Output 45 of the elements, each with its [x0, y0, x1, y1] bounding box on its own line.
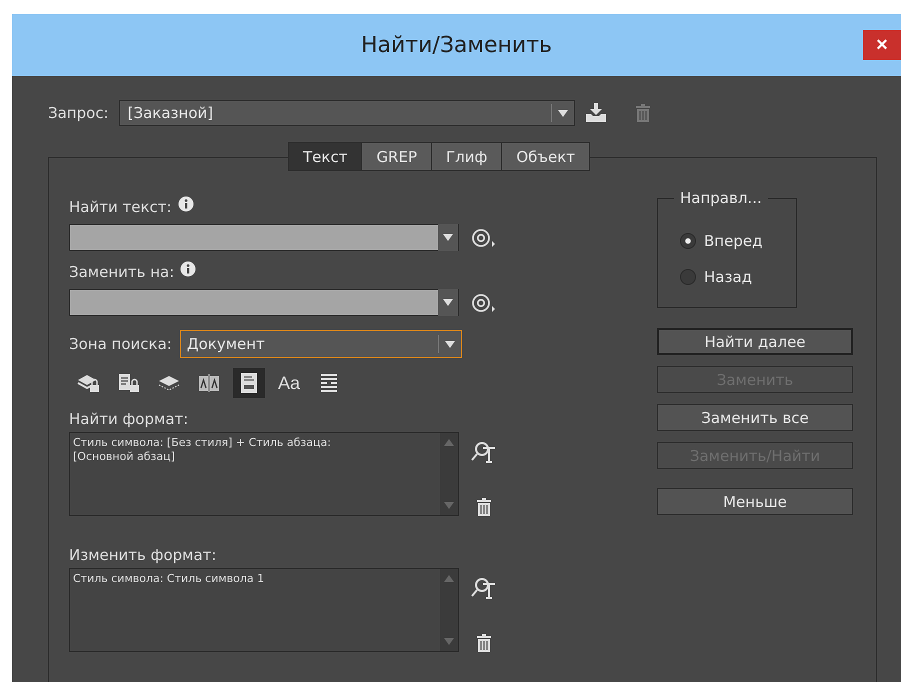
- field-label: Зона поиска:: [69, 335, 172, 353]
- save-query-icon[interactable]: [584, 103, 607, 123]
- format-search-icon[interactable]: [471, 440, 497, 464]
- radio-label[interactable]: Вперед: [704, 232, 762, 250]
- field-label: Найти формат:: [69, 410, 190, 428]
- search-option-toggle[interactable]: [233, 368, 265, 398]
- format-text-area[interactable]: Стиль символа: Стиль символа 1: [69, 568, 459, 652]
- dropdown-arrow-icon[interactable]: [444, 340, 455, 348]
- info-icon[interactable]: [178, 196, 194, 212]
- group-title: Направл...: [674, 189, 768, 207]
- close-button[interactable]: ×: [863, 30, 901, 60]
- action-button[interactable]: Меньше: [657, 488, 853, 515]
- tab[interactable]: Объект: [501, 143, 590, 170]
- footnote-icon: [239, 372, 259, 394]
- format-search-icon[interactable]: [471, 576, 497, 600]
- field-label: Найти текст:: [69, 198, 172, 216]
- format-text-area[interactable]: Стиль символа: [Без стиля] + Стиль абзаца: [Основной абзац]: [69, 432, 459, 516]
- book-icon: [197, 373, 221, 393]
- info-icon[interactable]: [180, 261, 196, 277]
- field-label: Заменить на:: [69, 263, 174, 281]
- tab[interactable]: GREP: [361, 143, 432, 170]
- page-lock-icon: [117, 373, 141, 393]
- layers-lock-icon: [77, 373, 101, 393]
- action-button[interactable]: Найти далее: [657, 328, 853, 355]
- special-character-icon[interactable]: [471, 292, 497, 312]
- radio-label[interactable]: Назад: [704, 268, 752, 286]
- dropdown-arrow-icon[interactable]: [558, 110, 568, 116]
- radio-button[interactable]: [680, 269, 696, 285]
- query-label: Запрос:: [48, 104, 109, 122]
- special-character-icon[interactable]: [471, 228, 497, 248]
- tab[interactable]: Текст: [289, 143, 362, 170]
- trash-icon[interactable]: [476, 634, 492, 652]
- field-label: Изменить формат:: [69, 546, 218, 564]
- radio-button[interactable]: [680, 233, 696, 249]
- action-button[interactable]: Заменить все: [657, 404, 853, 431]
- window-title: Найти/Заменить: [360, 32, 552, 58]
- layers-icon: [157, 373, 181, 393]
- find-text-field[interactable]: [69, 224, 459, 251]
- text-lines-icon: [318, 373, 340, 393]
- tab[interactable]: Глиф: [431, 143, 502, 170]
- search-zone-dropdown[interactable]: Документ: [180, 330, 462, 358]
- query-dropdown[interactable]: [Заказной]: [118, 100, 575, 126]
- replace-text-field[interactable]: [69, 289, 459, 316]
- case-sensitive-toggle[interactable]: Aa: [273, 368, 305, 398]
- trash-icon[interactable]: [476, 498, 492, 516]
